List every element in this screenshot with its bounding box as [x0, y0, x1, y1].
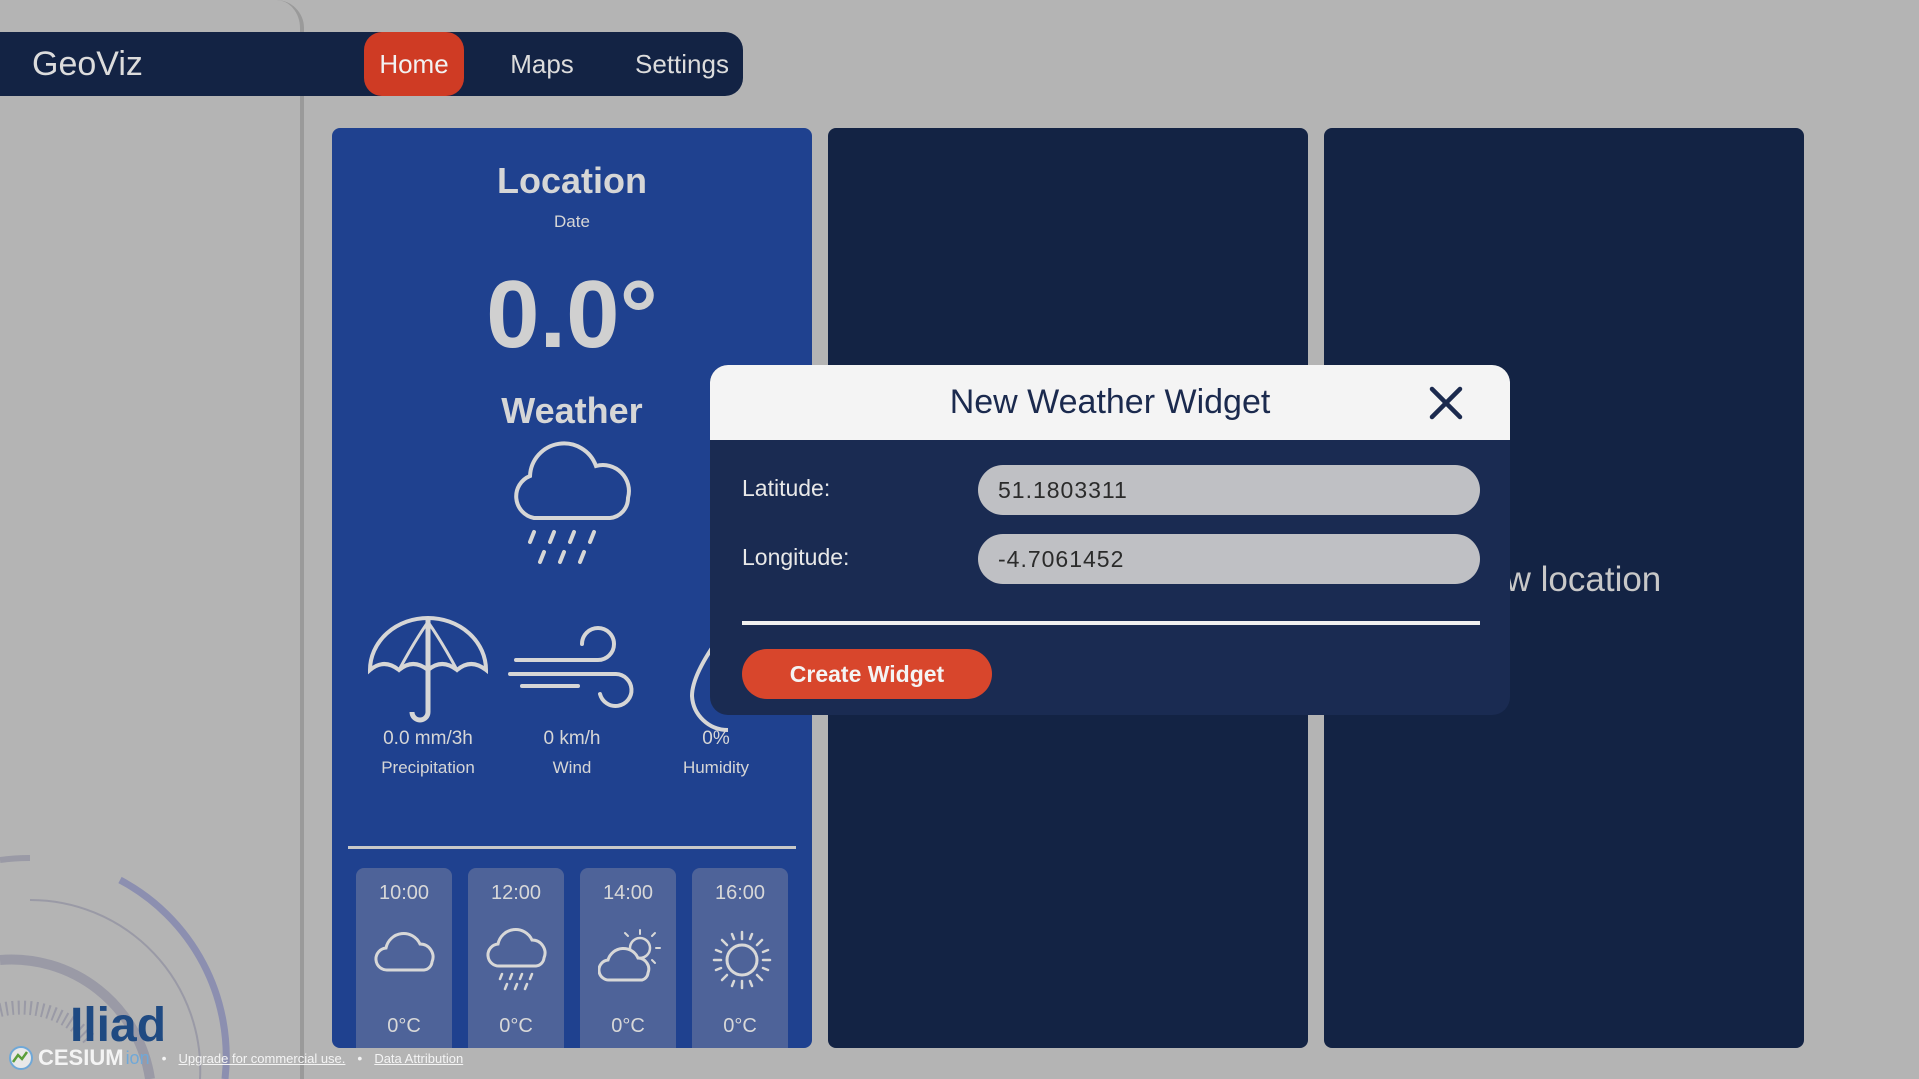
umbrella-icon	[367, 616, 489, 723]
hour-time: 14:00	[602, 882, 654, 904]
metric-wind: 0 km/h Wind	[502, 728, 642, 778]
hour-temp: 0°C	[387, 1015, 421, 1037]
nav-home[interactable]: Home	[364, 32, 464, 96]
close-icon[interactable]	[1426, 383, 1466, 423]
brand-title: GeoViz	[32, 45, 143, 83]
metric-precipitation: 0.0 mm/3h Precipitation	[358, 728, 498, 778]
hourly-forecast-item: 10:00 0°C	[356, 868, 452, 1048]
latitude-label: Latitude:	[742, 475, 831, 501]
cesium-logo-text: CESIUM	[38, 1045, 124, 1070]
hour-time: 10:00	[378, 882, 430, 904]
metric-humidity: 0% Humidity	[646, 728, 786, 778]
credit-separator: •	[357, 1050, 363, 1066]
humidity-value: 0%	[702, 728, 730, 749]
wind-icon	[508, 626, 634, 708]
hour-time: 16:00	[714, 882, 766, 904]
card-divider	[348, 846, 796, 849]
create-widget-button[interactable]: Create Widget	[742, 649, 992, 699]
nav-maps[interactable]: Maps	[492, 32, 592, 96]
latitude-input[interactable]	[978, 465, 1480, 515]
longitude-label: Longitude:	[742, 544, 850, 570]
hourly-forecast-item: 16:00 0°C	[692, 868, 788, 1048]
cesium-ion-text: ion	[125, 1047, 150, 1068]
weather-temperature: 0.0°	[486, 261, 658, 368]
upgrade-link[interactable]: Upgrade for commercial use.	[179, 1051, 346, 1066]
cloud-icon	[374, 932, 435, 972]
sun-icon	[712, 930, 772, 990]
precipitation-label: Precipitation	[381, 758, 475, 777]
wind-label: Wind	[552, 758, 592, 777]
hourly-forecast-item: 14:00 0°C	[580, 868, 676, 1048]
new-weather-widget-modal: New Weather Widget Latitude: Longitude: …	[710, 365, 1510, 715]
cesium-credits: CESIUM ion • Upgrade for commercial use.…	[8, 1045, 463, 1071]
cloud-rain-icon	[486, 928, 547, 991]
modal-title: New Weather Widget	[949, 383, 1271, 421]
modal-divider	[742, 621, 1480, 625]
modal-header: New Weather Widget	[710, 365, 1510, 440]
hour-temp: 0°C	[723, 1015, 757, 1037]
hour-temp: 0°C	[499, 1015, 533, 1037]
longitude-input[interactable]	[978, 534, 1480, 584]
top-navbar: GeoViz Home Maps Settings	[0, 32, 743, 96]
cloud-rain-icon	[514, 441, 631, 564]
hourly-forecast-item: 12:00 0°C	[468, 868, 564, 1048]
data-attribution-link[interactable]: Data Attribution	[374, 1051, 463, 1066]
humidity-label: Humidity	[682, 758, 750, 777]
nav-settings[interactable]: Settings	[620, 32, 744, 96]
wind-value: 0 km/h	[543, 728, 601, 749]
weather-date: Date	[554, 212, 590, 231]
hour-temp: 0°C	[611, 1015, 645, 1037]
precipitation-value: 0.0 mm/3h	[383, 728, 473, 749]
credit-separator: •	[161, 1050, 167, 1066]
partly-sunny-icon	[598, 929, 661, 982]
cesium-logo-icon	[9, 1046, 33, 1070]
weather-location: Location	[497, 160, 647, 201]
hour-time: 12:00	[490, 882, 542, 904]
